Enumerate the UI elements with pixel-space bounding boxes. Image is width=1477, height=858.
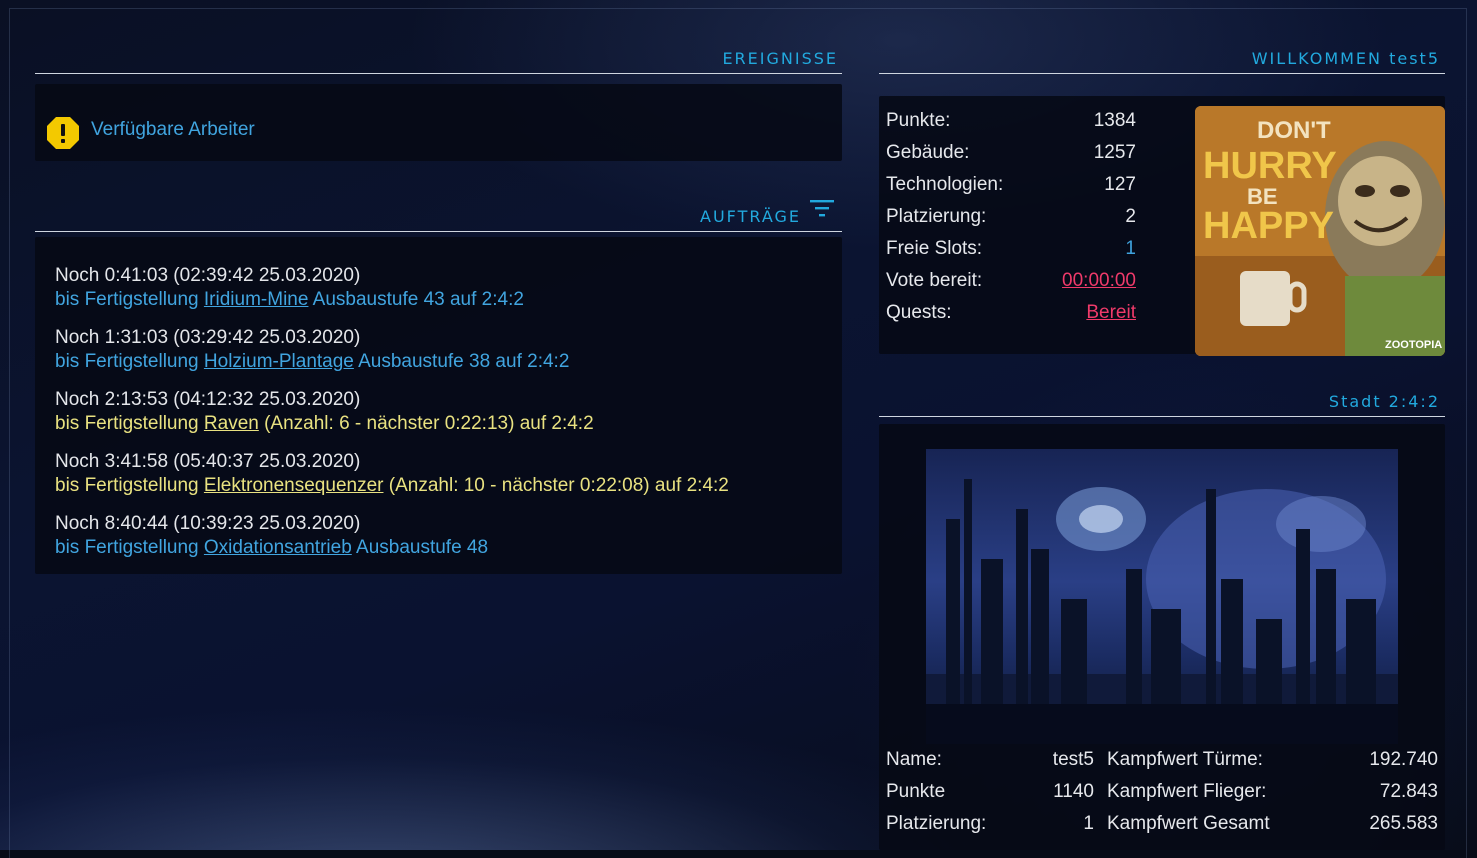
- avatar-text-dont: DON'T: [1257, 117, 1331, 144]
- welcome-title: WILLKOMMEN test5: [1251, 49, 1440, 68]
- order-suffix: Ausbaustufe 38 auf 2:4:2: [358, 351, 570, 372]
- quests-link[interactable]: Bereit: [1086, 302, 1136, 324]
- city-title: Stadt 2:4:2: [1328, 392, 1440, 411]
- order-suffix: (Anzahl: 6 - nächster 0:22:13) auf 2:4:2: [264, 413, 594, 434]
- orders-rule: [35, 231, 842, 232]
- stat-value: 1384: [1093, 110, 1136, 131]
- city-value: 265.583: [1369, 813, 1438, 834]
- order-countdown: Noch 2:13:53 (04:12:32 25.03.2020): [55, 389, 361, 410]
- event-item-workers[interactable]: Verfügbare Arbeiter: [91, 119, 255, 141]
- welcome-rule: [879, 73, 1445, 74]
- order-suffix: (Anzahl: 10 - nächster 0:22:08) auf 2:4:…: [388, 475, 729, 496]
- order-item: Noch 2:13:53 (04:12:32 25.03.2020) bis F…: [55, 388, 594, 436]
- city-skyline: [926, 479, 1398, 744]
- order-prefix: bis Fertigstellung: [55, 537, 199, 558]
- stat-free-slots: Freie Slots: 1: [886, 238, 1136, 270]
- events-panel: Verfügbare Arbeiter: [35, 84, 842, 161]
- order-link-iridium-mine[interactable]: Iridium-Mine: [204, 289, 309, 310]
- city-image[interactable]: [926, 449, 1398, 744]
- city-total-row: Kampfwert Gesamt 265.583: [1107, 813, 1438, 845]
- order-prefix: bis Fertigstellung: [55, 413, 199, 434]
- city-rule: [879, 416, 1445, 417]
- stat-label: Vote bereit:: [886, 270, 983, 291]
- stat-label: Gebäude:: [886, 142, 970, 163]
- order-suffix: Ausbaustufe 48: [356, 537, 489, 558]
- vote-link[interactable]: 00:00:00: [1062, 270, 1136, 292]
- filter-icon[interactable]: [810, 198, 836, 218]
- city-value: 1: [1083, 813, 1094, 834]
- order-countdown: Noch 0:41:03 (02:39:42 25.03.2020): [55, 265, 361, 286]
- stat-points: Punkte: 1384: [886, 110, 1136, 142]
- city-label: Punkte: [886, 781, 946, 802]
- order-prefix: bis Fertigstellung: [55, 289, 199, 310]
- city-name-row: Name: test5: [886, 749, 1094, 781]
- stat-label: Technologien:: [886, 174, 1004, 195]
- events-rule: [35, 73, 842, 74]
- stat-buildings: Gebäude: 1257: [886, 142, 1136, 174]
- city-value: 1140: [1053, 781, 1094, 802]
- stat-vote: Vote bereit: 00:00:00: [886, 270, 1136, 302]
- avatar-illustration: DON'T HURRY BE HAPPY ZOOTOPIA: [1195, 106, 1445, 356]
- city-label: Platzierung:: [886, 813, 987, 834]
- city-towers-row: Kampfwert Türme: 192.740: [1107, 749, 1438, 781]
- stat-value: 2: [1125, 206, 1136, 227]
- free-slots-link[interactable]: 1: [1125, 238, 1136, 260]
- order-prefix: bis Fertigstellung: [55, 351, 199, 372]
- order-countdown: Noch 3:41:58 (05:40:37 25.03.2020): [55, 451, 361, 472]
- city-label: Kampfwert Türme:: [1107, 749, 1263, 770]
- city-label: Kampfwert Gesamt: [1107, 813, 1270, 834]
- city-points-row: Punkte 1140: [886, 781, 1094, 813]
- stat-quests: Quests: Bereit: [886, 302, 1136, 334]
- order-prefix: bis Fertigstellung: [55, 475, 199, 496]
- order-countdown: Noch 8:40:44 (10:39:23 25.03.2020): [55, 513, 361, 534]
- order-link-raven[interactable]: Raven: [204, 413, 259, 434]
- order-item: Noch 8:40:44 (10:39:23 25.03.2020) bis F…: [55, 512, 488, 560]
- avatar-text-happy: HAPPY: [1203, 205, 1334, 247]
- order-item: Noch 1:31:03 (03:29:42 25.03.2020) bis F…: [55, 326, 569, 374]
- stat-label: Quests:: [886, 302, 952, 323]
- stat-ranking: Platzierung: 2: [886, 206, 1136, 238]
- order-suffix: Ausbaustufe 43 auf 2:4:2: [312, 289, 524, 310]
- stat-value: 127: [1104, 174, 1136, 195]
- city-label: Kampfwert Flieger:: [1107, 781, 1267, 802]
- order-link-elektronensequenzer[interactable]: Elektronensequenzer: [204, 475, 384, 496]
- city-fliers-row: Kampfwert Flieger: 72.843: [1107, 781, 1438, 813]
- order-link-oxidationsantrieb[interactable]: Oxidationsantrieb: [204, 537, 352, 558]
- order-link-holzium-plantage[interactable]: Holzium-Plantage: [204, 351, 354, 372]
- warning-icon: [47, 117, 79, 149]
- city-value: 192.740: [1369, 749, 1438, 770]
- events-title: EREIGNISSE: [722, 49, 838, 68]
- avatar[interactable]: DON'T HURRY BE HAPPY ZOOTOPIA: [1195, 106, 1445, 356]
- order-item: Noch 3:41:58 (05:40:37 25.03.2020) bis F…: [55, 450, 729, 498]
- avatar-text-hurry: HURRY: [1203, 145, 1337, 187]
- stat-label: Freie Slots:: [886, 238, 983, 259]
- city-label: Name:: [886, 749, 942, 770]
- city-value: test5: [1052, 749, 1094, 770]
- order-countdown: Noch 1:31:03 (03:29:42 25.03.2020): [55, 327, 361, 348]
- avatar-brand: ZOOTOPIA: [1385, 339, 1442, 351]
- stat-value: 1257: [1093, 142, 1136, 163]
- city-value: 72.843: [1379, 781, 1438, 802]
- stat-label: Platzierung:: [886, 206, 987, 227]
- orders-title: AUFTRÄGE: [700, 207, 801, 226]
- stat-technologies: Technologien: 127: [886, 174, 1136, 206]
- city-ranking-row: Platzierung: 1: [886, 813, 1094, 845]
- orders-panel: Noch 0:41:03 (02:39:42 25.03.2020) bis F…: [35, 237, 842, 574]
- order-item: Noch 0:41:03 (02:39:42 25.03.2020) bis F…: [55, 264, 524, 312]
- stat-label: Punkte:: [886, 110, 951, 131]
